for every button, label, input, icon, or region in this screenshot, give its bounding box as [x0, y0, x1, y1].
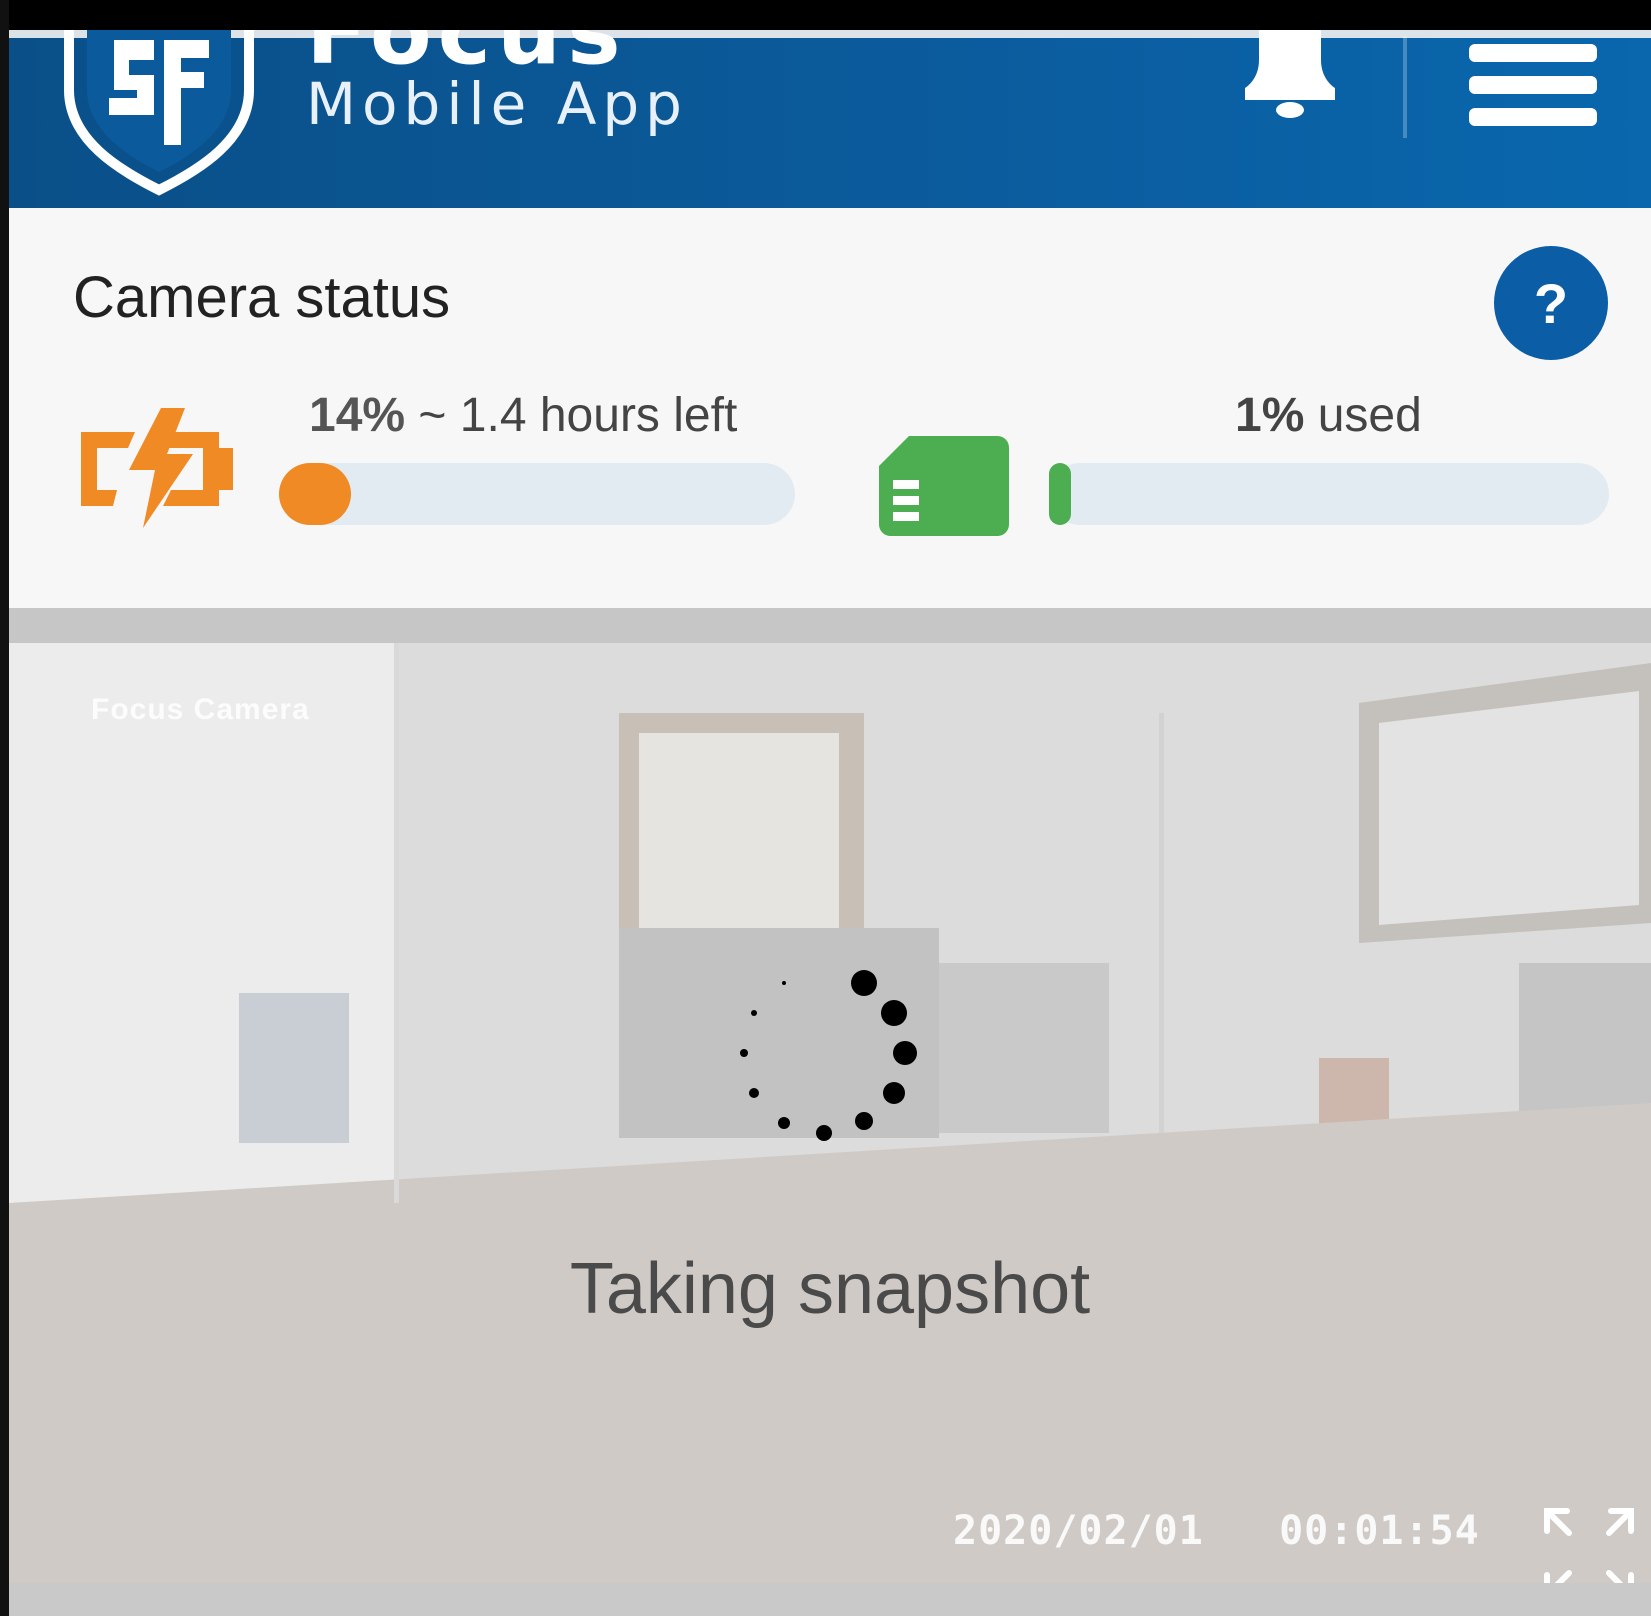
camera-time: 00:01:54 — [1279, 1508, 1480, 1554]
camera-bottom-bar — [9, 1583, 1651, 1616]
screen-edge — [0, 0, 9, 1616]
storage-percent: 1% — [1235, 389, 1305, 442]
battery-bar — [279, 463, 795, 525]
storage-bar — [1049, 463, 1609, 525]
battery-text: 14% ~ 1.4 hours left — [309, 388, 737, 443]
camera-status-panel: Camera status ? 14% ~ 1.4 hours left 1% … — [9, 208, 1651, 608]
battery-detail: ~ 1.4 hours left — [418, 389, 738, 442]
bell-icon[interactable] — [1231, 30, 1349, 125]
camera-view[interactable]: Focus Camera Taking snapshot 2020/02/01 … — [9, 608, 1651, 1616]
status-title: Camera status — [73, 265, 451, 330]
app-header: Focus Mobile App — [9, 30, 1651, 208]
storage-detail: used — [1317, 389, 1422, 442]
camera-timestamp: 2020/02/01 00:01:54 — [953, 1508, 1480, 1554]
camera-top-stripe — [9, 608, 1651, 643]
battery-bar-fill — [279, 463, 352, 525]
battery-charging-icon — [81, 408, 233, 528]
hamburger-menu-icon[interactable] — [1469, 44, 1597, 126]
sd-card-icon — [879, 436, 1009, 536]
battery-percent: 14% — [309, 389, 406, 442]
help-button[interactable]: ? — [1494, 246, 1608, 360]
storage-text: 1% used — [1235, 388, 1422, 443]
storage-bar-fill — [1049, 463, 1071, 525]
app-subtitle: Mobile App — [306, 70, 689, 138]
loading-spinner-icon — [740, 970, 917, 1141]
loading-text: Taking snapshot — [569, 1249, 1091, 1329]
camera-overlay-label: Focus Camera — [91, 693, 310, 726]
camera-date: 2020/02/01 — [953, 1508, 1204, 1554]
header-divider — [1403, 36, 1407, 138]
shield-logo-icon — [64, 30, 254, 196]
